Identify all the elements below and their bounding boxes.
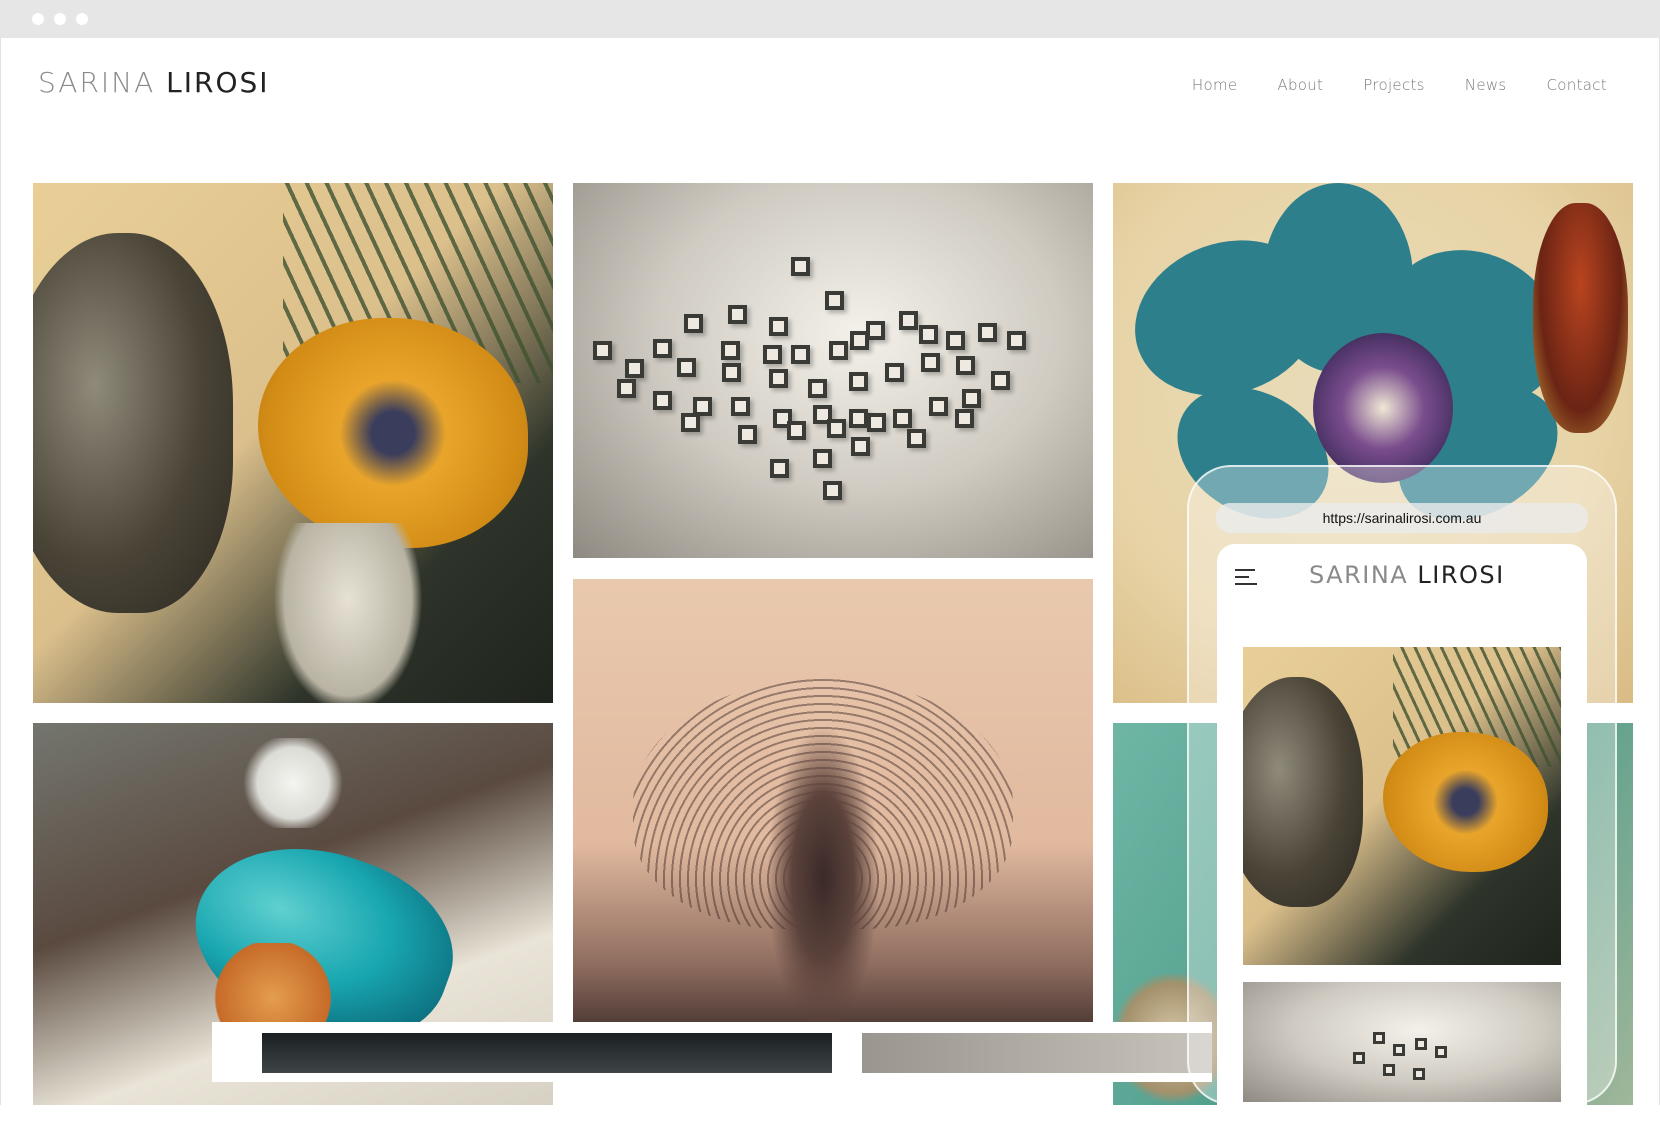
logo-first-name: SARINA bbox=[38, 66, 156, 99]
artwork-flower-shape bbox=[1383, 732, 1548, 872]
artwork-tree-trunk bbox=[768, 729, 878, 1029]
nav-home-link[interactable]: Home bbox=[1192, 76, 1238, 94]
phone-gallery-image-frames[interactable] bbox=[1243, 982, 1561, 1102]
artwork-frame-shape bbox=[866, 321, 885, 340]
artwork-frame-shape bbox=[827, 419, 846, 438]
artwork-frame-shape bbox=[681, 413, 700, 432]
artwork-frame-shape bbox=[813, 449, 832, 468]
phone-logo-first-name: SARINA bbox=[1309, 561, 1409, 589]
artwork-hand-shape bbox=[273, 523, 423, 703]
phone-gallery-image-woman-flower[interactable] bbox=[1243, 647, 1561, 965]
artwork-flower-center bbox=[1313, 333, 1453, 483]
artwork-frame-shape bbox=[907, 429, 926, 448]
artwork-frame-shape bbox=[763, 345, 782, 364]
artwork-frame-shape bbox=[1353, 1052, 1365, 1064]
nav-projects-link[interactable]: Projects bbox=[1363, 76, 1425, 94]
nav-about-link[interactable]: About bbox=[1277, 76, 1323, 94]
artwork-frame-shape bbox=[1383, 1064, 1395, 1076]
phone-url-bar[interactable]: https://sarinalirosi.com.au bbox=[1216, 503, 1588, 533]
artwork-frame-shape bbox=[593, 341, 612, 360]
artwork-frame-shape bbox=[849, 409, 868, 428]
artwork-frame-shape bbox=[991, 371, 1010, 390]
artwork-frame-shape bbox=[721, 341, 740, 360]
artwork-frame-shape bbox=[1393, 1044, 1405, 1056]
artwork-flower-shape bbox=[258, 318, 528, 548]
artwork-frame-shape bbox=[791, 257, 810, 276]
artwork-frame-shape bbox=[791, 345, 810, 364]
artwork-frame-shape bbox=[867, 413, 886, 432]
artwork-frame-shape bbox=[722, 363, 741, 382]
artwork-frame-shape bbox=[677, 358, 696, 377]
artwork-frame-shape bbox=[653, 391, 672, 410]
main-nav: Home About Projects News Contact bbox=[1192, 76, 1607, 94]
nav-news-link[interactable]: News bbox=[1465, 76, 1507, 94]
artwork-frame-shape bbox=[823, 481, 842, 500]
artwork-frame-shape bbox=[978, 323, 997, 342]
artwork-frame-shape bbox=[921, 353, 940, 372]
artwork-frame-shape bbox=[956, 356, 975, 375]
artwork-frame-shape bbox=[899, 311, 918, 330]
artwork-frame-shape bbox=[825, 291, 844, 310]
phone-mockup: https://sarinalirosi.com.au SARINA LIROS… bbox=[1187, 465, 1617, 1144]
artwork-frame-shape bbox=[770, 459, 789, 478]
artwork-frame-shape bbox=[728, 305, 747, 324]
artwork-frame-shape bbox=[738, 425, 757, 444]
artwork-frame-shape bbox=[955, 409, 974, 428]
gallery-tile-frames-wall[interactable] bbox=[573, 183, 1093, 558]
artwork-head-shape bbox=[1243, 677, 1363, 907]
gallery-tile-tree[interactable] bbox=[573, 579, 1093, 1061]
artwork-frame-shape bbox=[769, 369, 788, 388]
logo-last-name: LIROSI bbox=[166, 66, 270, 99]
gallery-tile-woman-flower[interactable] bbox=[33, 183, 553, 703]
artwork-frame-shape bbox=[653, 339, 672, 358]
artwork-insect-shape bbox=[1533, 203, 1628, 433]
bottom-preview-grey-image bbox=[862, 1033, 1212, 1073]
artwork-frame-shape bbox=[1435, 1046, 1447, 1058]
phone-screen: SARINA LIROSI bbox=[1217, 544, 1587, 1144]
artwork-frame-shape bbox=[849, 372, 868, 391]
artwork-frame-shape bbox=[1413, 1068, 1425, 1080]
site-logo[interactable]: SARINA LIROSI bbox=[38, 66, 270, 99]
artwork-frame-shape bbox=[625, 359, 644, 378]
artwork-head-shape bbox=[33, 233, 233, 613]
artwork-frame-shape bbox=[787, 421, 806, 440]
phone-logo-last-name: LIROSI bbox=[1417, 561, 1505, 589]
artwork-frame-shape bbox=[1373, 1032, 1385, 1044]
artwork-frame-shape bbox=[919, 325, 938, 344]
artwork-frame-shape bbox=[946, 331, 965, 350]
artwork-frame-shape bbox=[769, 317, 788, 336]
artwork-frame-shape bbox=[829, 341, 848, 360]
artwork-frame-shape bbox=[617, 379, 636, 398]
artwork-frame-shape bbox=[1007, 331, 1026, 350]
artwork-frame-shape bbox=[929, 397, 948, 416]
artwork-frame-shape bbox=[885, 363, 904, 382]
browser-title-bar bbox=[0, 0, 1660, 38]
nav-contact-link[interactable]: Contact bbox=[1547, 76, 1607, 94]
artwork-frame-shape bbox=[893, 409, 912, 428]
window-minimize-dot[interactable] bbox=[54, 13, 66, 25]
window-close-dot[interactable] bbox=[32, 13, 44, 25]
artwork-frame-shape bbox=[851, 437, 870, 456]
artwork-frame-shape bbox=[1415, 1038, 1427, 1050]
artwork-blossom-shape bbox=[238, 738, 348, 828]
artwork-frame-shape bbox=[808, 379, 827, 398]
window-maximize-dot[interactable] bbox=[76, 13, 88, 25]
bottom-preview-dark-image bbox=[262, 1033, 832, 1073]
artwork-frame-shape bbox=[684, 314, 703, 333]
hamburger-icon[interactable] bbox=[1235, 569, 1259, 587]
artwork-frame-shape bbox=[731, 397, 750, 416]
artwork-frame-shape bbox=[962, 389, 981, 408]
phone-site-logo[interactable]: SARINA LIROSI bbox=[1309, 561, 1505, 589]
